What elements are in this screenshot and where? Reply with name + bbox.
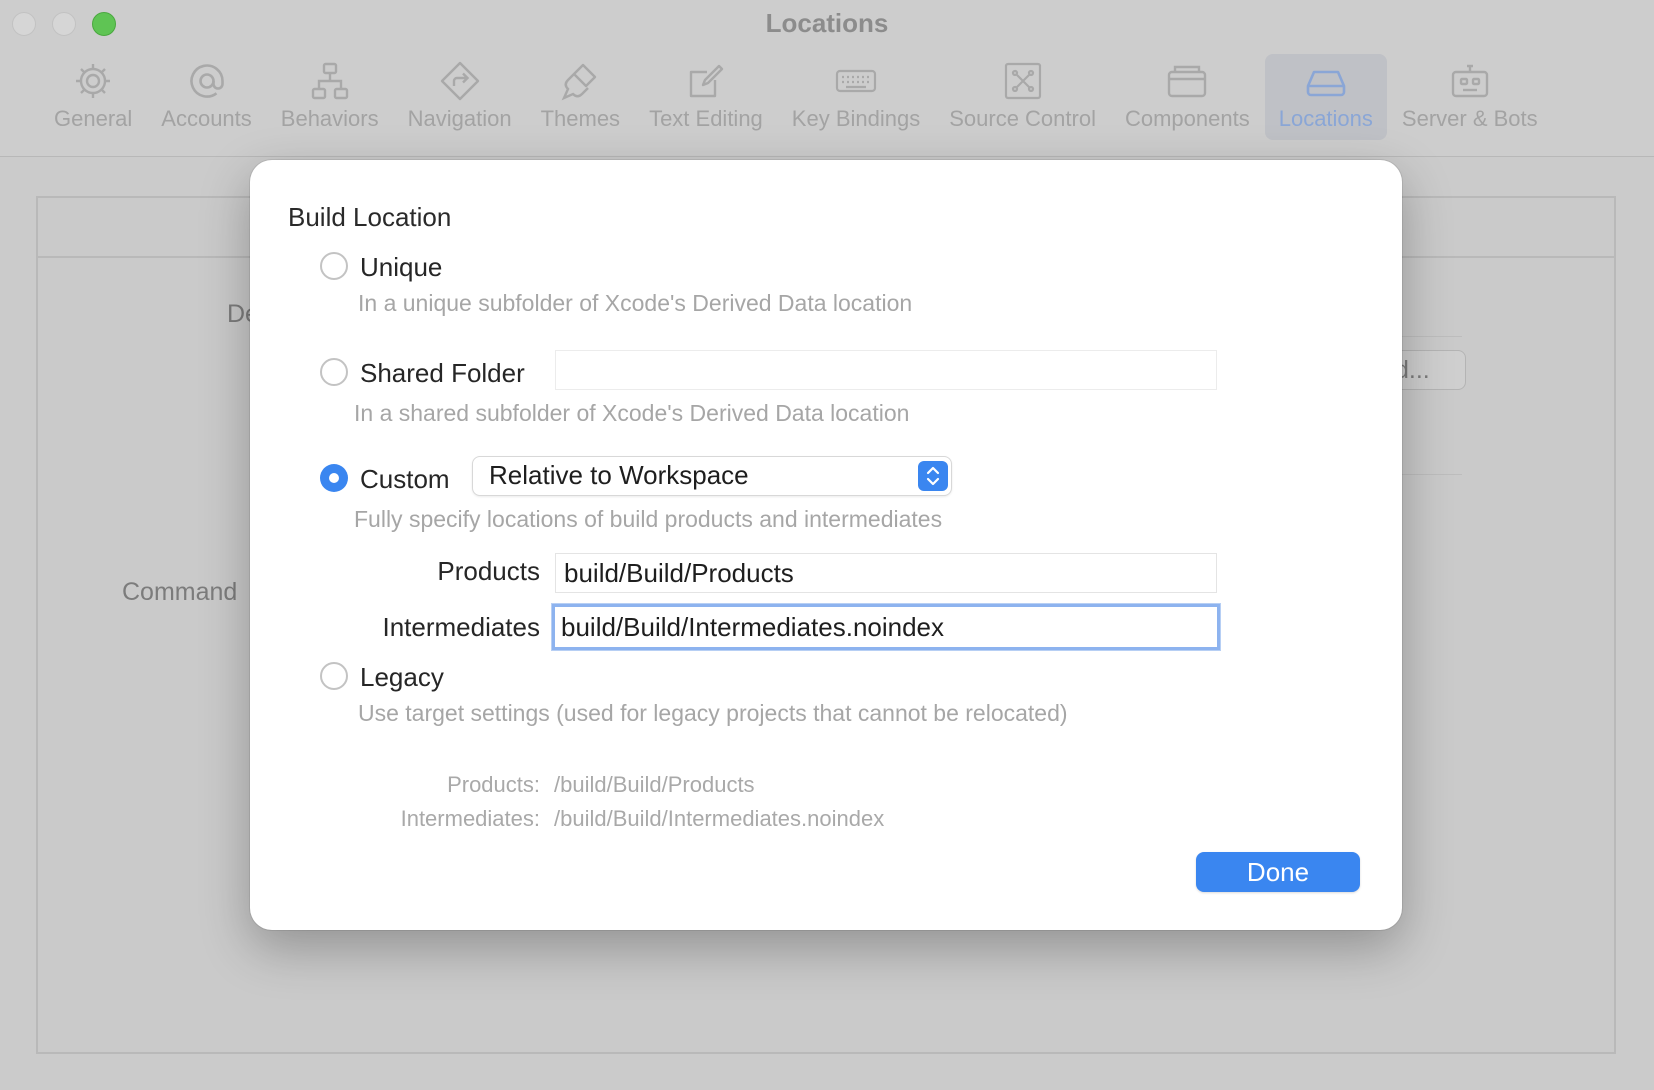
drive-icon	[1302, 58, 1350, 104]
at-icon	[183, 58, 231, 104]
popup-value: Relative to Workspace	[489, 460, 749, 490]
legacy-description: Use target settings (used for legacy pro…	[358, 700, 1068, 726]
resolved-products-label: Products:	[447, 772, 540, 797]
tab-label: Accounts	[161, 106, 252, 131]
products-label: Products	[437, 556, 540, 586]
tab-label: Server & Bots	[1401, 106, 1538, 131]
gear-icon	[69, 58, 117, 104]
tab-label: Navigation	[407, 106, 512, 131]
divider	[1402, 474, 1462, 475]
tab-label: General	[54, 106, 133, 131]
tab-label: Components	[1124, 106, 1250, 131]
custom-label[interactable]: Custom	[360, 464, 450, 495]
divider	[1402, 336, 1462, 337]
tab-label: Text Editing	[649, 106, 763, 131]
source-control-icon	[999, 58, 1047, 104]
components-box-icon	[1163, 58, 1211, 104]
done-button[interactable]: Done	[1196, 852, 1360, 892]
custom-radio[interactable]	[320, 464, 348, 492]
unique-description: In a unique subfolder of Xcode's Derived…	[358, 290, 913, 316]
tab-label: Source Control	[949, 106, 1096, 131]
command-line-tools-label: Command	[122, 578, 238, 606]
tab-behaviors[interactable]: Behaviors	[267, 54, 393, 140]
tab-key-bindings[interactable]: Key Bindings	[778, 54, 934, 140]
shared-folder-radio[interactable]	[320, 358, 348, 386]
keyboard-icon	[832, 58, 880, 104]
title-bar: Locations General Accounts Behaviors Nav…	[0, 0, 1654, 157]
tab-navigation[interactable]: Navigation	[394, 54, 526, 140]
build-location-sheet: Build Location Unique In a unique subfol…	[250, 160, 1402, 930]
unique-label[interactable]: Unique	[360, 252, 442, 283]
resolved-intermediates-path: /build/Build/Intermediates.noindex	[554, 806, 885, 831]
tab-label: Locations	[1278, 106, 1373, 131]
preferences-toolbar: General Accounts Behaviors Navigation Th…	[40, 54, 1553, 142]
custom-description: Fully specify locations of build product…	[354, 506, 943, 532]
pencil-square-icon	[682, 58, 730, 104]
shared-folder-label[interactable]: Shared Folder	[360, 358, 525, 389]
tab-locations[interactable]: Locations	[1264, 54, 1387, 140]
brush-icon	[556, 58, 604, 104]
tab-components[interactable]: Components	[1111, 54, 1264, 140]
products-field[interactable]	[555, 553, 1217, 593]
chevron-up-down-icon	[918, 461, 948, 491]
tab-source-control[interactable]: Source Control	[935, 54, 1110, 140]
custom-location-popup[interactable]: Relative to Workspace	[472, 456, 952, 496]
tab-general[interactable]: General	[40, 54, 146, 140]
legacy-label[interactable]: Legacy	[360, 662, 444, 693]
intermediates-field[interactable]	[552, 604, 1220, 650]
sheet-title: Build Location	[288, 202, 452, 232]
resolved-intermediates-label: Intermediates:	[400, 806, 540, 831]
resolved-products-path: /build/Build/Products	[554, 772, 755, 797]
tab-accounts[interactable]: Accounts	[147, 54, 266, 140]
shared-folder-description: In a shared subfolder of Xcode's Derived…	[354, 400, 910, 426]
hierarchy-icon	[306, 58, 354, 104]
window-title: Locations	[765, 8, 889, 38]
navigation-diamond-icon	[436, 58, 484, 104]
tab-server-bots[interactable]: Server & Bots	[1388, 54, 1552, 140]
tab-themes[interactable]: Themes	[527, 54, 634, 140]
tab-text-editing[interactable]: Text Editing	[635, 54, 777, 140]
tab-label: Behaviors	[280, 106, 379, 131]
tab-label: Themes	[540, 106, 621, 131]
shared-folder-field[interactable]	[555, 350, 1217, 390]
unique-radio[interactable]	[320, 252, 348, 280]
tab-label: Key Bindings	[791, 106, 921, 131]
robot-icon	[1446, 58, 1494, 104]
legacy-radio[interactable]	[320, 662, 348, 690]
intermediates-label: Intermediates	[382, 612, 540, 642]
